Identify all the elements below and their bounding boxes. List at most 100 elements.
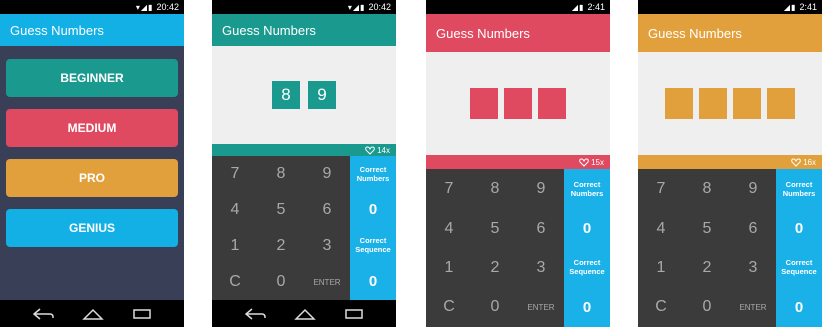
key-0[interactable]: 0 (258, 264, 304, 300)
status-time: 20:42 (368, 2, 391, 12)
keypad: 7 8 9 4 5 6 1 2 3 C 0 ENTER (212, 156, 350, 300)
key-enter[interactable]: ENTER (518, 287, 564, 327)
key-7[interactable]: 7 (638, 169, 684, 209)
correct-numbers-label: Correct Numbers (570, 180, 604, 198)
guess-display (426, 52, 610, 155)
lives-count: 16x (803, 157, 816, 167)
key-clear[interactable]: C (212, 264, 258, 300)
recents-icon[interactable] (344, 308, 364, 320)
correct-sequence-value: 0 (368, 273, 378, 290)
app-bar: Guess Numbers (0, 14, 184, 46)
key-enter[interactable]: ENTER (730, 287, 776, 327)
lives-count: 15x (591, 157, 604, 167)
screen-pro: ◢▮ 2:41 Guess Numbers 16x 7 8 9 4 5 6 1 … (638, 0, 822, 327)
key-6[interactable]: 6 (730, 209, 776, 249)
pro-button[interactable]: PRO (6, 159, 178, 197)
key-3[interactable]: 3 (304, 228, 350, 264)
correct-sequence-label: Correct Sequence (355, 236, 391, 254)
key-5[interactable]: 5 (472, 209, 518, 249)
key-4[interactable]: 4 (212, 192, 258, 228)
navigation-bar (212, 300, 396, 327)
key-7[interactable]: 7 (426, 169, 472, 209)
correct-numbers-value: 0 (368, 201, 378, 218)
genius-button[interactable]: GENIUS (6, 209, 178, 247)
correct-numbers-value: 0 (794, 220, 804, 237)
app-bar: Guess Numbers (638, 14, 822, 52)
heart-icon (791, 157, 801, 167)
key-7[interactable]: 7 (212, 156, 258, 192)
digit-box (470, 88, 498, 119)
status-bar: ◢▮ 2:41 (426, 0, 610, 14)
lives-bar: 14x (212, 144, 396, 156)
digit-box (665, 88, 693, 119)
lives-count: 14x (377, 145, 390, 155)
digit-box (504, 88, 532, 119)
key-1[interactable]: 1 (212, 228, 258, 264)
lives-bar: 16x (638, 155, 822, 169)
keypad: 7 8 9 4 5 6 1 2 3 C 0 ENTER (638, 169, 776, 327)
keypad: 7 8 9 4 5 6 1 2 3 C 0 ENTER (426, 169, 564, 327)
app-title: Guess Numbers (436, 25, 530, 41)
key-4[interactable]: 4 (638, 209, 684, 249)
key-9[interactable]: 9 (730, 169, 776, 209)
key-enter[interactable]: ENTER (304, 264, 350, 300)
key-9[interactable]: 9 (304, 156, 350, 192)
score-panel: Correct Numbers 0 Correct Sequence 0 (564, 169, 610, 327)
key-3[interactable]: 3 (518, 249, 564, 287)
correct-sequence-value: 0 (582, 299, 592, 316)
key-9[interactable]: 9 (518, 169, 564, 209)
key-2[interactable]: 2 (472, 249, 518, 287)
signal-icon: ▾◢▮ (135, 2, 154, 12)
status-time: 2:41 (587, 2, 605, 12)
key-2[interactable]: 2 (258, 228, 304, 264)
correct-sequence-label: Correct Sequence (781, 258, 817, 276)
digit-box (767, 88, 795, 119)
key-0[interactable]: 0 (684, 287, 730, 327)
navigation-bar (0, 300, 184, 327)
correct-numbers-label: Correct Numbers (356, 165, 390, 183)
key-6[interactable]: 6 (518, 209, 564, 249)
key-clear[interactable]: C (426, 287, 472, 327)
key-2[interactable]: 2 (684, 249, 730, 287)
app-title: Guess Numbers (648, 25, 742, 41)
digit-box (538, 88, 566, 119)
heart-icon (579, 157, 589, 167)
key-8[interactable]: 8 (472, 169, 518, 209)
key-1[interactable]: 1 (638, 249, 684, 287)
app-bar: Guess Numbers (212, 14, 396, 46)
back-icon[interactable] (244, 307, 266, 320)
digit-box: 9 (308, 81, 336, 109)
key-0[interactable]: 0 (472, 287, 518, 327)
status-time: 20:42 (156, 2, 179, 12)
key-8[interactable]: 8 (258, 156, 304, 192)
medium-button[interactable]: MEDIUM (6, 109, 178, 147)
score-panel: Correct Numbers 0 Correct Sequence 0 (350, 156, 396, 300)
home-icon[interactable] (82, 308, 104, 320)
digit-box: 8 (272, 81, 300, 109)
key-clear[interactable]: C (638, 287, 684, 327)
key-1[interactable]: 1 (426, 249, 472, 287)
heart-icon (365, 145, 375, 155)
key-8[interactable]: 8 (684, 169, 730, 209)
correct-sequence-label: Correct Sequence (569, 258, 605, 276)
key-6[interactable]: 6 (304, 192, 350, 228)
correct-numbers-label: Correct Numbers (782, 180, 816, 198)
status-bar: ▾◢▮ 20:42 (212, 0, 396, 14)
status-time: 2:41 (799, 2, 817, 12)
correct-numbers-value: 0 (582, 220, 592, 237)
signal-icon: ▾◢▮ (347, 2, 366, 12)
key-5[interactable]: 5 (684, 209, 730, 249)
beginner-button[interactable]: BEGINNER (6, 59, 178, 97)
home-icon[interactable] (294, 308, 316, 320)
score-panel: Correct Numbers 0 Correct Sequence 0 (776, 169, 822, 327)
correct-sequence-value: 0 (794, 299, 804, 316)
status-bar: ◢▮ 2:41 (638, 0, 822, 14)
key-5[interactable]: 5 (258, 192, 304, 228)
key-4[interactable]: 4 (426, 209, 472, 249)
recents-icon[interactable] (132, 308, 152, 320)
digit-box (699, 88, 727, 119)
back-icon[interactable] (32, 307, 54, 320)
screen-menu: ▾◢▮ 20:42 Guess Numbers BEGINNER MEDIUM … (0, 0, 184, 327)
lives-bar: 15x (426, 155, 610, 169)
key-3[interactable]: 3 (730, 249, 776, 287)
